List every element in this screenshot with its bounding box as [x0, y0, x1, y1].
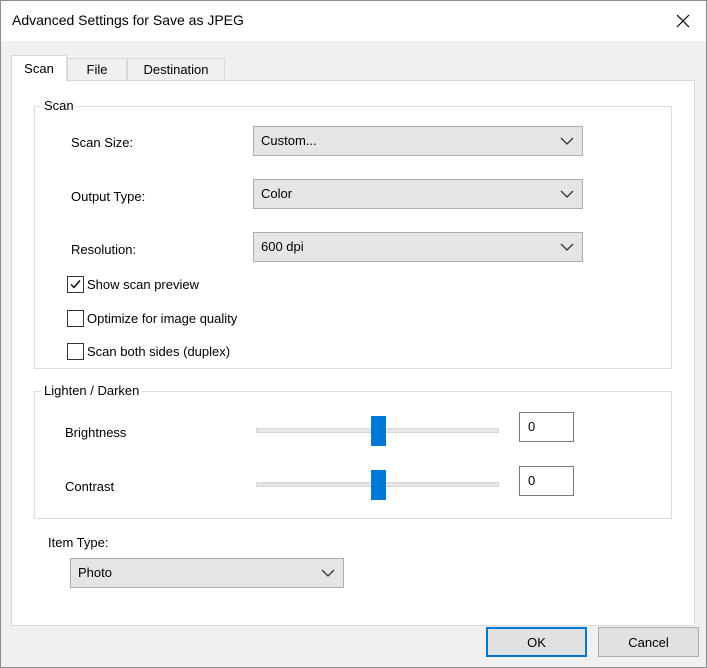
cancel-button[interactable]: Cancel: [598, 627, 699, 657]
tab-destination[interactable]: Destination: [127, 58, 225, 81]
dialog-window: Advanced Settings for Save as JPEG Scan …: [0, 0, 707, 668]
checkbox-box[interactable]: [67, 275, 84, 293]
cancel-button-label: Cancel: [628, 634, 669, 650]
slider-thumb[interactable]: [370, 470, 386, 500]
output-type-label: Output Type:: [71, 189, 146, 204]
output-type-select[interactable]: Color: [253, 179, 583, 209]
output-type-value: Color: [261, 186, 293, 201]
chevron-down-icon: [321, 569, 335, 577]
tab-file[interactable]: File: [67, 58, 127, 81]
item-type-value: Photo: [78, 565, 112, 580]
brightness-value: 0: [528, 419, 536, 434]
show-scan-preview-label: Show scan preview: [87, 276, 199, 292]
item-type-label: Item Type:: [48, 535, 109, 550]
contrast-label: Contrast: [65, 479, 115, 494]
optimize-quality-checkbox[interactable]: Optimize for image quality: [67, 309, 237, 327]
ok-button-label: OK: [527, 634, 546, 650]
scan-size-select[interactable]: Custom...: [253, 126, 583, 156]
duplex-label: Scan both sides (duplex): [87, 343, 231, 359]
show-scan-preview-checkbox[interactable]: Show scan preview: [67, 275, 199, 293]
tab-panel-scan: Scan Scan Size: Custom... Output Type: C…: [11, 80, 695, 626]
close-button[interactable]: [660, 1, 706, 41]
item-type-select[interactable]: Photo: [70, 558, 344, 588]
duplex-checkbox[interactable]: Scan both sides (duplex): [67, 342, 230, 360]
ok-button[interactable]: OK: [486, 627, 587, 657]
lighten-darken-legend: Lighten / Darken: [41, 383, 143, 398]
chevron-down-icon: [560, 137, 574, 145]
tab-destination-label: Destination: [143, 62, 209, 77]
tab-scan-label: Scan: [24, 61, 54, 76]
resolution-label: Resolution:: [71, 242, 137, 257]
close-icon: [676, 14, 690, 28]
contrast-slider[interactable]: [256, 470, 499, 500]
brightness-value-input[interactable]: 0: [519, 412, 574, 442]
checkbox-box[interactable]: [67, 309, 84, 327]
tab-scan[interactable]: Scan: [11, 55, 67, 82]
window-title: Advanced Settings for Save as JPEG: [12, 12, 244, 28]
optimize-quality-label: Optimize for image quality: [87, 310, 238, 326]
checkbox-box[interactable]: [67, 342, 84, 360]
slider-thumb[interactable]: [370, 416, 386, 446]
scan-size-label: Scan Size:: [71, 135, 134, 150]
brightness-slider[interactable]: [256, 416, 499, 446]
contrast-value-input[interactable]: 0: [519, 466, 574, 496]
resolution-value: 600 dpi: [261, 239, 304, 254]
scan-group: Scan Scan Size: Custom... Output Type: C…: [34, 98, 672, 369]
brightness-label: Brightness: [65, 425, 127, 440]
scan-size-value: Custom...: [261, 133, 317, 148]
contrast-value: 0: [528, 473, 536, 488]
resolution-select[interactable]: 600 dpi: [253, 232, 583, 262]
scan-group-legend: Scan: [41, 98, 77, 113]
tab-file-label: File: [86, 62, 108, 77]
chevron-down-icon: [560, 190, 574, 198]
title-bar: Advanced Settings for Save as JPEG: [1, 1, 706, 41]
lighten-darken-group: Lighten / Darken Brightness 0 Contrast 0: [34, 383, 672, 519]
chevron-down-icon: [560, 243, 574, 251]
checkmark-icon: [70, 279, 81, 289]
